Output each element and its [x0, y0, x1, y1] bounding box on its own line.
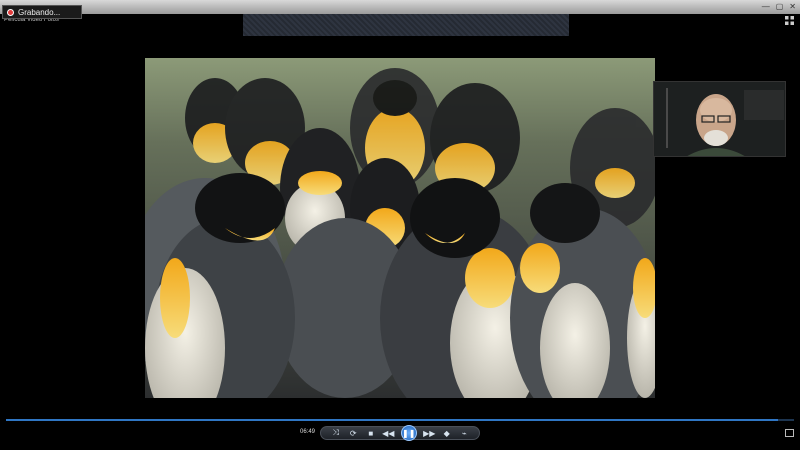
window-controls[interactable]: — ▢ ✕: [762, 2, 796, 11]
record-dot-icon: [7, 8, 14, 16]
webcam-overlay[interactable]: [653, 81, 786, 157]
video-frame[interactable]: [145, 58, 655, 398]
recording-badge[interactable]: Grabando...: [2, 5, 82, 19]
elapsed-time: 06:49: [300, 429, 316, 435]
presenter-video: [654, 82, 785, 156]
next-icon[interactable]: ▶▶: [423, 428, 435, 438]
stop-icon[interactable]: ■: [366, 428, 376, 438]
fullscreen-icon[interactable]: [785, 429, 794, 437]
recording-label: Grabando...: [18, 7, 61, 17]
repeat-icon[interactable]: ⟳: [348, 428, 358, 438]
playback-controls: ⤨ ⟳ ■ ◀◀ ❚❚ ▶▶ ◆ ⌁: [320, 425, 480, 441]
title-bar: — ▢ ✕: [0, 0, 800, 14]
previous-icon[interactable]: ◀◀: [382, 428, 394, 438]
maximize-icon[interactable]: ▢: [776, 2, 784, 11]
seek-bar-fill: [6, 419, 779, 421]
close-icon[interactable]: ✕: [789, 2, 796, 11]
pause-icon[interactable]: ❚❚: [400, 425, 417, 441]
volume-icon[interactable]: ◆: [442, 428, 452, 438]
minimize-icon[interactable]: —: [762, 2, 770, 11]
shared-screen-strip: [243, 14, 569, 36]
seek-bar[interactable]: [6, 419, 794, 421]
shuffle-icon[interactable]: ⤨: [331, 428, 341, 438]
penguin-photo: [145, 58, 655, 398]
grid-view-icon[interactable]: [785, 16, 794, 25]
volume-slider-icon[interactable]: ⌁: [459, 428, 469, 438]
